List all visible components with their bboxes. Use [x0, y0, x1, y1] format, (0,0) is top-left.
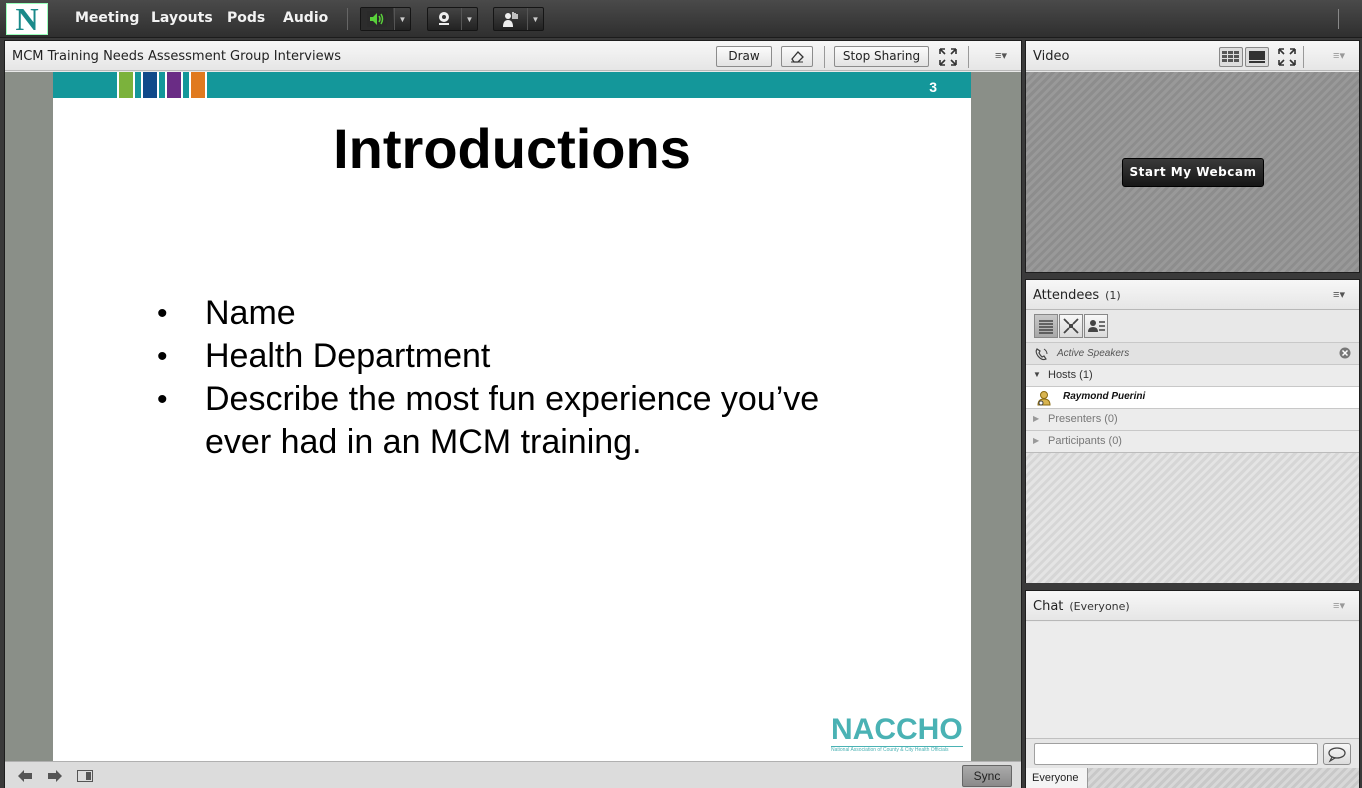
chat-pod-title: Chat (Everyone) [1033, 599, 1130, 614]
slide-title: Introductions [333, 117, 691, 180]
attendees-pod-title: Attendees (1) [1033, 288, 1121, 303]
attendees-pod-menu-icon[interactable]: ≡▾ [1333, 288, 1345, 301]
hosts-group-row[interactable]: ▼ Hosts (1) [1026, 364, 1359, 386]
attendee-name: Raymond Puerini [1063, 391, 1146, 402]
attendees-pod: Attendees (1) ≡▾ Active Speakers ▼ Hosts … [1025, 279, 1360, 583]
sidebar-toggle-icon[interactable] [76, 768, 94, 784]
header-divider [824, 46, 825, 68]
speaker-button[interactable]: ▼ [360, 7, 411, 31]
share-pod-title: MCM Training Needs Assessment Group Inte… [12, 49, 341, 64]
top-menu-bar: N Meeting Layouts Pods Audio ▼ ▼ ▼ [0, 0, 1362, 38]
list-view-icon[interactable] [1034, 314, 1058, 338]
attendee-list-empty-area [1026, 452, 1359, 583]
status-view-icon[interactable] [1084, 314, 1108, 338]
share-pod-header: MCM Training Needs Assessment Group Inte… [5, 41, 1021, 71]
attendees-toolbar [1026, 311, 1359, 342]
phone-icon [1034, 346, 1050, 365]
raise-hand-button[interactable]: ▼ [493, 7, 544, 31]
chat-pod-menu-icon[interactable]: ≡▾ [1333, 599, 1345, 612]
chat-pod: Chat (Everyone) ≡▾ Everyone [1025, 590, 1360, 788]
presentation-slide: 3 Introductions • Name • Health Departme… [53, 72, 971, 761]
attendee-count: (1) [1105, 289, 1121, 302]
speech-bubble-icon [1328, 747, 1346, 763]
slide-color-bar [165, 72, 183, 98]
attendee-row[interactable]: Raymond Puerini [1026, 386, 1359, 408]
bullet-marker: • [157, 340, 168, 373]
raise-hand-icon [494, 8, 526, 30]
webcam-button[interactable]: ▼ [427, 7, 478, 31]
share-stage: 3 Introductions • Name • Health Departme… [5, 72, 1021, 761]
breakout-view-icon[interactable] [1059, 314, 1083, 338]
bullet-marker: • [157, 297, 168, 330]
chat-tabs: Everyone [1026, 768, 1359, 788]
speaker-icon [361, 8, 393, 30]
slide-color-bar [141, 72, 159, 98]
speaker-dropdown-icon[interactable]: ▼ [394, 8, 410, 30]
video-pod-title: Video [1033, 49, 1070, 64]
expand-down-icon: ▼ [1033, 370, 1041, 379]
raise-hand-dropdown-icon[interactable]: ▼ [527, 8, 543, 30]
participants-group-row[interactable]: ▶ Participants (0) [1026, 430, 1359, 452]
menu-audio[interactable]: Audio [283, 10, 328, 26]
menu-layouts[interactable]: Layouts [151, 10, 213, 26]
slide-color-bar [189, 72, 207, 98]
close-icon[interactable] [1339, 347, 1351, 362]
header-divider [1303, 46, 1304, 68]
webcam-dropdown-icon[interactable]: ▼ [461, 8, 477, 30]
slide-number: 3 [929, 79, 937, 95]
active-speakers-row: Active Speakers [1026, 342, 1359, 364]
expand-right-icon: ▶ [1033, 436, 1040, 445]
expand-right-icon: ▶ [1033, 414, 1040, 423]
slide-header-band: 3 [53, 72, 971, 98]
video-pod: Video ≡▾ Start My Webcam [1025, 40, 1360, 273]
chat-input[interactable] [1034, 743, 1318, 765]
bullet-marker: • [157, 383, 168, 416]
eraser-icon [791, 51, 804, 63]
chat-input-row [1026, 738, 1359, 768]
video-area: Start My Webcam [1026, 72, 1359, 272]
header-divider [968, 46, 969, 68]
stop-sharing-button[interactable]: Stop Sharing [834, 46, 929, 67]
menu-divider [347, 8, 348, 30]
menu-meeting[interactable]: Meeting [75, 10, 139, 26]
eraser-button[interactable] [781, 46, 813, 67]
next-slide-icon[interactable] [46, 768, 64, 784]
grid-view-icon[interactable] [1219, 47, 1243, 67]
attendees-pod-header: Attendees (1) ≡▾ [1026, 280, 1359, 310]
active-speakers-label: Active Speakers [1057, 348, 1130, 359]
slide-color-bar [117, 72, 135, 98]
presenters-group-row[interactable]: ▶ Presenters (0) [1026, 408, 1359, 430]
filmstrip-view-icon[interactable] [1245, 47, 1269, 67]
video-pod-header: Video ≡▾ [1026, 41, 1359, 71]
topbar-divider [1338, 9, 1339, 29]
chat-pod-header: Chat (Everyone) ≡▾ [1026, 591, 1359, 621]
sync-button[interactable]: Sync [962, 765, 1012, 787]
start-webcam-button[interactable]: Start My Webcam [1122, 158, 1264, 187]
chat-audience: (Everyone) [1069, 600, 1130, 613]
share-pod-menu-icon[interactable]: ≡▾ [995, 49, 1007, 62]
fullscreen-icon[interactable] [939, 48, 957, 69]
naccho-logo: NACCHO National Association of County & … [831, 713, 963, 753]
video-pod-menu-icon[interactable]: ≡▾ [1333, 49, 1345, 62]
webcam-icon [428, 8, 460, 30]
menu-pods[interactable]: Pods [227, 10, 265, 26]
app-logo: N [6, 3, 48, 35]
send-message-button[interactable] [1323, 743, 1351, 765]
fullscreen-icon[interactable] [1278, 48, 1296, 69]
draw-button[interactable]: Draw [716, 46, 772, 67]
previous-slide-icon[interactable] [16, 768, 34, 784]
share-pod-footer: Sync [5, 761, 1021, 788]
host-user-icon [1036, 390, 1052, 409]
share-pod: MCM Training Needs Assessment Group Inte… [4, 40, 1022, 788]
chat-messages [1026, 622, 1359, 738]
chat-tab-everyone[interactable]: Everyone [1026, 768, 1088, 788]
